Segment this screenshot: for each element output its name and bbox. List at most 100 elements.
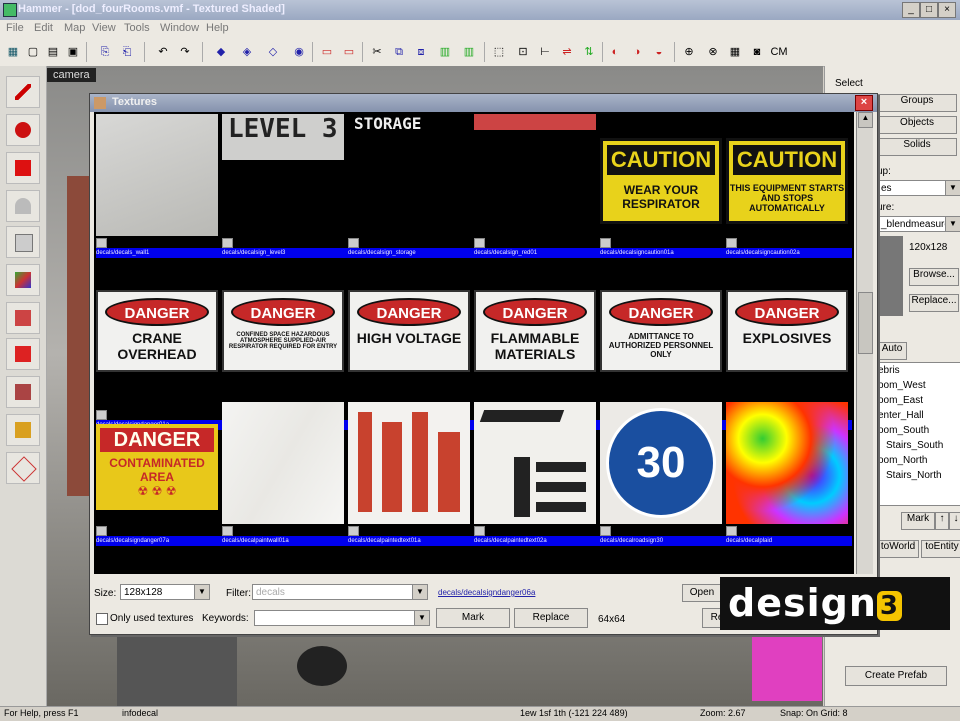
texture-cell[interactable]: decals/decalpaintwall01a [222, 402, 348, 548]
group-icon[interactable]: ◈ [238, 43, 256, 61]
size-select[interactable]: 128x128 ▼ [120, 584, 210, 600]
menu-map[interactable]: Map [64, 22, 85, 34]
replace-texture-button[interactable]: Replace... [909, 294, 959, 312]
camera-tool[interactable] [6, 152, 40, 184]
move-up-button[interactable]: ↑ [935, 512, 949, 530]
texture-checkbox[interactable] [96, 526, 107, 536]
create-prefab-button[interactable]: Create Prefab [845, 666, 947, 686]
clone-icon[interactable]: ⧉ [390, 43, 408, 61]
to-world-button[interactable]: toWorld [877, 540, 919, 558]
copy-icon[interactable]: ⎘ [96, 43, 114, 61]
texture-cell[interactable]: CAUTION WEAR YOUR RESPIRATOR decals/decals… [600, 114, 726, 260]
browse-button[interactable]: Browse... [909, 268, 959, 286]
scroll-thumb[interactable] [858, 292, 873, 354]
texture-checkbox[interactable] [600, 526, 611, 536]
clip-tool[interactable] [6, 414, 40, 446]
texture-checkbox[interactable] [726, 238, 737, 248]
texture-cell[interactable]: decals/decalpaintedtext02a [474, 402, 600, 548]
menu-edit[interactable]: Edit [34, 22, 53, 34]
texture-cell[interactable]: decals/decals_wall1 [96, 114, 222, 260]
texture-thumbnail[interactable] [726, 402, 848, 524]
move-down-button[interactable]: ↓ [949, 512, 960, 530]
3d-grid-icon[interactable]: ⊕ [680, 43, 698, 61]
mark-visgroup-button[interactable]: Mark [901, 512, 935, 530]
mark-button[interactable]: Mark [436, 608, 510, 628]
texture-scrollbar[interactable]: ▲ [856, 112, 873, 574]
scroll-up-icon[interactable]: ▲ [858, 112, 873, 128]
texture-thumbnail[interactable]: 30 [600, 402, 722, 524]
flip-vertical-icon[interactable]: ⇅ [580, 43, 598, 61]
texture-thumbnail[interactable]: DANGER CRANE OVERHEAD [96, 290, 218, 372]
texture-cell[interactable]: 30 decals/decalroadsign30 [600, 402, 726, 548]
texture-cell[interactable]: STORAGE decals/decalsign_storage [348, 114, 474, 260]
paste-special-icon[interactable]: ⧈ [412, 43, 430, 61]
entity-report-icon[interactable]: ◑ [628, 43, 646, 61]
menu-view[interactable]: View [92, 22, 116, 34]
overlay-tool[interactable] [6, 376, 40, 408]
flip-horizontal-icon[interactable]: ⇌ [558, 43, 576, 61]
list-item[interactable]: oom_West [878, 380, 926, 391]
texture-tool[interactable] [6, 264, 40, 296]
to-world-icon[interactable]: ⊡ [514, 43, 532, 61]
texture-checkbox[interactable] [222, 526, 233, 536]
undo-icon[interactable]: ↶ [154, 43, 172, 61]
cordon-icon[interactable]: ⊗ [704, 43, 722, 61]
minimize-button[interactable]: _ [902, 2, 920, 18]
list-item[interactable]: enter_Hall [878, 410, 924, 421]
texture-thumbnail[interactable]: CAUTION THIS EQUIPMENT STARTS AND STOPS A… [726, 138, 848, 224]
apply-texture-tool[interactable] [6, 302, 40, 334]
selection-box-icon[interactable]: ⬚ [490, 43, 508, 61]
texture-grid[interactable]: decals/decals_wall1 LEVEL 3 decals/decalsi… [94, 112, 854, 574]
texture-cell[interactable]: LEVEL 3 decals/decalsign_level3 [222, 114, 348, 260]
group-select[interactable]: es ▼ [877, 180, 960, 196]
auto-button[interactable]: Auto [877, 342, 907, 360]
menu-window[interactable]: Window [160, 22, 199, 34]
texture-checkbox[interactable] [348, 526, 359, 536]
texture-checkbox[interactable] [726, 526, 737, 536]
solids-button[interactable]: Solids [877, 138, 957, 156]
texture-cell[interactable]: decals/decalplaid [726, 402, 852, 548]
texture-thumbnail[interactable] [474, 402, 596, 524]
list-item[interactable]: oom_South [878, 425, 929, 436]
cm-icon[interactable]: CM [768, 43, 790, 61]
save-icon[interactable]: ▣ [64, 43, 82, 61]
texture-checkbox[interactable] [96, 238, 107, 248]
grid-icon[interactable]: ▦ [4, 43, 22, 61]
texture-cell[interactable]: DANGER CONTAMINATED AREA ☢ ☢ ☢ decals/decal… [96, 402, 222, 548]
texture-thumbnail[interactable]: DANGER CONTAMINATED AREA ☢ ☢ ☢ [96, 424, 218, 510]
objects-button[interactable]: Objects [877, 116, 957, 134]
open-source-button[interactable]: Open [682, 584, 722, 602]
cut-icon[interactable]: ✂ [368, 43, 386, 61]
texture-thumbnail[interactable]: STORAGE [348, 114, 470, 134]
texture-cell[interactable]: CAUTION THIS EQUIPMENT STARTS AND STOPS A… [726, 114, 852, 260]
brush-icon[interactable]: ⊢ [536, 43, 554, 61]
only-used-checkbox[interactable] [96, 613, 108, 625]
list-item[interactable]: oom_North [878, 455, 927, 466]
texture-thumbnail[interactable] [474, 114, 596, 130]
ungroup-icon[interactable]: ◇ [264, 43, 282, 61]
texture-checkbox[interactable] [474, 526, 485, 536]
selection-tool[interactable] [6, 76, 40, 108]
check-problems-icon[interactable]: ◒ [650, 43, 668, 61]
texture-thumbnail[interactable] [348, 402, 470, 524]
run-map-icon[interactable]: ◐ [606, 43, 624, 61]
vertex-tool[interactable] [6, 452, 40, 484]
texture-lock-icon[interactable]: ▭ [318, 43, 336, 61]
texture-cell[interactable]: decals/decalsign_red01 [474, 114, 600, 260]
dialog-close-button[interactable]: × [855, 95, 873, 111]
to-entity-button[interactable]: toEntity [921, 540, 960, 558]
texture-checkbox[interactable] [474, 238, 485, 248]
texture-scale-icon[interactable]: ▭ [340, 43, 358, 61]
texture-thumbnail[interactable] [222, 402, 344, 524]
texture-thumbnail[interactable] [96, 114, 218, 236]
texture-thumbnail[interactable]: DANGER CONFINED SPACE HAZARDOUS ATMOSPHER… [222, 290, 344, 372]
groups-button[interactable]: Groups [877, 94, 957, 112]
decal-tool[interactable] [6, 338, 40, 370]
list-item[interactable]: Stairs_South [886, 440, 943, 451]
hide-icon[interactable]: ◉ [290, 43, 308, 61]
maximize-button[interactable]: □ [920, 2, 938, 18]
magnify-tool[interactable] [6, 114, 40, 146]
block-tool[interactable] [6, 226, 40, 258]
menu-tools[interactable]: Tools [124, 22, 150, 34]
carve-icon[interactable]: ◆ [212, 43, 230, 61]
